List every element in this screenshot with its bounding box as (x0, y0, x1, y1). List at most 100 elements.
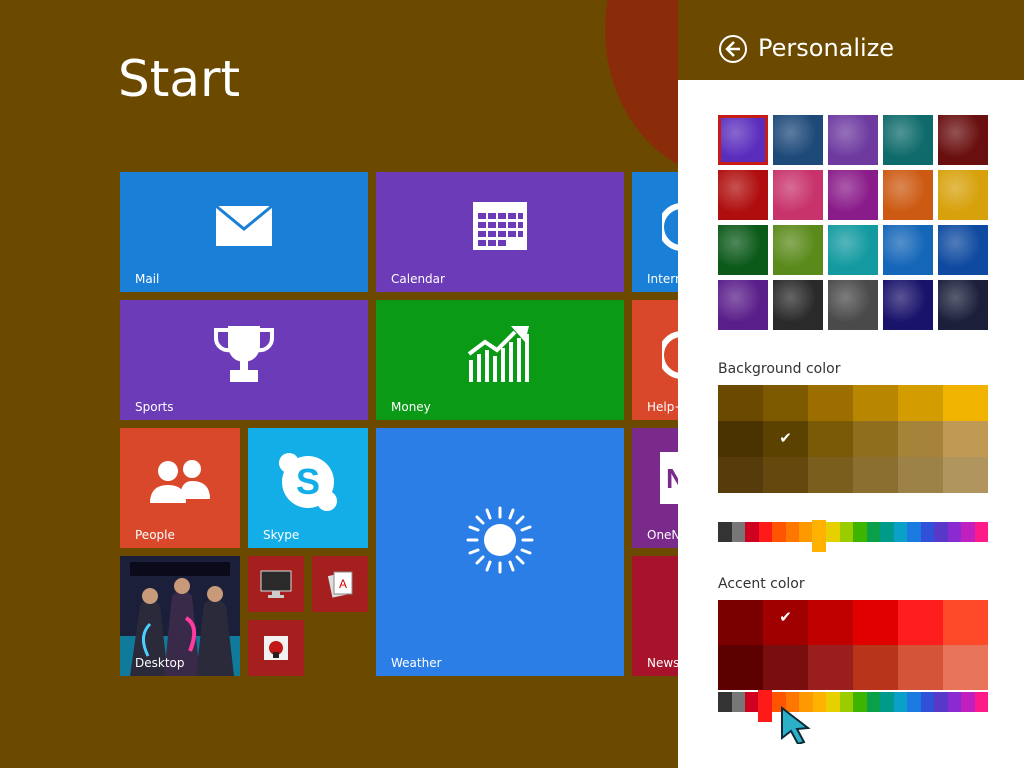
accent-color-swatch[interactable] (943, 645, 988, 690)
small-monitor-tile[interactable] (248, 556, 304, 612)
hue-segment[interactable] (907, 692, 921, 712)
weather-tile[interactable]: Weather (376, 428, 624, 676)
hue-segment[interactable] (853, 692, 867, 712)
hue-segment[interactable] (893, 522, 907, 542)
background-color-swatch[interactable] (898, 385, 943, 421)
background-color-swatch[interactable] (943, 385, 988, 421)
hue-segment[interactable] (947, 522, 961, 542)
thumb-green-leaf[interactable] (718, 225, 768, 275)
hue-segment[interactable] (839, 692, 853, 712)
accent-color-swatch[interactable] (718, 645, 763, 690)
background-color-swatch[interactable]: ✔ (763, 421, 808, 457)
background-color-swatch[interactable] (943, 421, 988, 457)
background-color-swatch[interactable] (853, 385, 898, 421)
thumb-red-flower[interactable] (938, 115, 988, 165)
money-tile[interactable]: Money (376, 300, 624, 420)
hue-segment[interactable] (731, 522, 745, 542)
thumb-navy-solid[interactable] (883, 280, 933, 330)
hue-segment[interactable] (920, 692, 934, 712)
hue-segment[interactable] (785, 522, 799, 542)
hue-segment[interactable] (772, 522, 786, 542)
background-color-swatch[interactable] (898, 457, 943, 493)
back-arrow-icon[interactable] (718, 34, 748, 64)
desktop-tile[interactable]: Desktop (120, 556, 240, 676)
thumb-fireworks[interactable] (773, 280, 823, 330)
hue-segment[interactable] (974, 522, 988, 542)
internet-explorer-tile[interactable]: Interne (632, 172, 678, 292)
thumb-green-owl[interactable] (773, 225, 823, 275)
hue-slider-thumb[interactable] (812, 520, 827, 552)
mail-tile[interactable]: Mail (120, 172, 368, 292)
small-app-tile[interactable] (248, 620, 304, 676)
thumb-blue-waves[interactable] (938, 225, 988, 275)
background-color-swatch[interactable] (763, 385, 808, 421)
background-color-swatch[interactable] (808, 457, 853, 493)
hue-segment[interactable] (758, 522, 772, 542)
thumb-band-photo[interactable] (938, 280, 988, 330)
thumb-blue-bird[interactable] (883, 225, 933, 275)
hue-segment[interactable] (961, 692, 975, 712)
accent-color-swatch[interactable] (853, 600, 898, 645)
background-color-swatch[interactable] (943, 457, 988, 493)
background-hue-slider[interactable] (718, 520, 988, 552)
hue-segment[interactable] (961, 522, 975, 542)
thumb-red-eye[interactable] (718, 170, 768, 220)
accent-color-swatch[interactable] (898, 645, 943, 690)
hue-segment[interactable] (880, 522, 894, 542)
hue-segment[interactable] (812, 692, 826, 712)
accent-color-swatch[interactable] (808, 645, 853, 690)
hue-segment[interactable] (866, 692, 880, 712)
thumb-yellow-bird[interactable] (938, 170, 988, 220)
people-tile[interactable]: People (120, 428, 240, 548)
hue-segment[interactable] (853, 522, 867, 542)
help-tile[interactable]: Help+ (632, 300, 678, 420)
accent-color-swatch[interactable] (943, 600, 988, 645)
background-color-swatch[interactable] (718, 457, 763, 493)
hue-segment[interactable] (839, 522, 853, 542)
accent-color-swatch[interactable]: ✔ (763, 600, 808, 645)
hue-segment[interactable] (745, 692, 759, 712)
hue-segment[interactable] (799, 522, 813, 542)
hue-segment[interactable] (934, 692, 948, 712)
thumb-purple-swirl[interactable] (718, 115, 768, 165)
accent-color-swatch[interactable] (808, 600, 853, 645)
thumb-pink-bird[interactable] (773, 170, 823, 220)
thumb-orange-snail[interactable] (883, 170, 933, 220)
thumb-gray-pattern[interactable] (828, 280, 878, 330)
onenote-tile[interactable]: N OneN (632, 428, 678, 548)
hue-segment[interactable] (974, 692, 988, 712)
hue-slider-thumb[interactable] (758, 690, 773, 722)
hue-segment[interactable] (731, 692, 745, 712)
thumb-pink-flower[interactable] (828, 170, 878, 220)
hue-segment[interactable] (826, 522, 840, 542)
background-color-swatch[interactable] (898, 421, 943, 457)
background-color-swatch[interactable] (808, 421, 853, 457)
hue-segment[interactable] (826, 692, 840, 712)
hue-segment[interactable] (866, 522, 880, 542)
hue-segment[interactable] (880, 692, 894, 712)
news-tile[interactable]: News (632, 556, 678, 676)
skype-tile[interactable]: S Skype (248, 428, 368, 548)
hue-segment[interactable] (718, 522, 732, 542)
background-color-swatch[interactable] (718, 421, 763, 457)
thumb-purple-ornament[interactable] (718, 280, 768, 330)
thumb-robot-blue[interactable] (773, 115, 823, 165)
background-color-swatch[interactable] (853, 421, 898, 457)
thumb-teal-star[interactable] (828, 225, 878, 275)
background-color-swatch[interactable] (808, 385, 853, 421)
hue-segment[interactable] (718, 692, 732, 712)
background-color-swatch[interactable] (763, 457, 808, 493)
accent-color-swatch[interactable] (853, 645, 898, 690)
hue-segment[interactable] (920, 522, 934, 542)
hue-segment[interactable] (745, 522, 759, 542)
small-cards-tile[interactable]: A (312, 556, 368, 612)
thumb-teal-swirl[interactable] (883, 115, 933, 165)
hue-segment[interactable] (893, 692, 907, 712)
background-color-swatch[interactable] (718, 385, 763, 421)
background-color-swatch[interactable] (853, 457, 898, 493)
hue-segment[interactable] (907, 522, 921, 542)
hue-segment[interactable] (947, 692, 961, 712)
hue-segment[interactable] (934, 522, 948, 542)
thumb-castle-purple[interactable] (828, 115, 878, 165)
sports-tile[interactable]: Sports (120, 300, 368, 420)
